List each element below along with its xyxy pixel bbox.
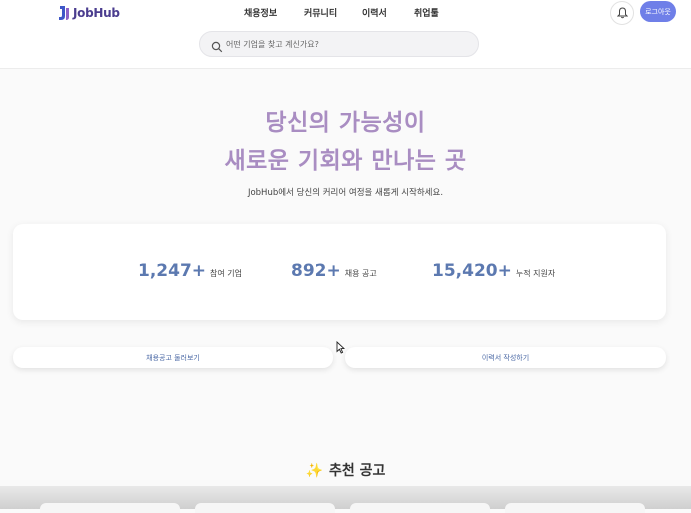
stat-companies: 1,247+ 참여 기업 xyxy=(138,261,242,281)
recommended-title-text: 추천 공고 xyxy=(329,463,386,479)
stat-value: 15,420+ xyxy=(432,261,512,281)
nav-item-tools[interactable]: 취업툴 xyxy=(414,6,439,19)
bell-icon xyxy=(616,4,628,23)
job-card[interactable] xyxy=(505,503,645,513)
mouse-cursor-icon xyxy=(336,339,346,358)
hero-title-line-2: 새로운 기회와 만나는 곳 xyxy=(224,148,467,174)
stat-value: 892+ xyxy=(291,261,341,281)
logout-button[interactable]: 로그아웃 xyxy=(640,1,676,22)
sparkles-icon: ✨ xyxy=(305,463,324,479)
stat-label: 누적 지원자 xyxy=(515,269,556,278)
stats-card: 1,247+ 참여 기업 892+ 채용 공고 15,420+ 누적 지원자 xyxy=(13,224,666,320)
nav-item-jobs[interactable]: 채용정보 xyxy=(244,6,277,19)
stat-applicants: 15,420+ 누적 지원자 xyxy=(432,261,555,281)
recommended-section-title: ✨ 추천 공고 xyxy=(0,460,691,480)
hero-subtitle: JobHub에서 당신의 커리어 여정을 새롭게 시작하세요. xyxy=(247,188,444,198)
search-input[interactable] xyxy=(226,32,471,56)
stat-value: 1,247+ xyxy=(138,261,207,281)
job-card[interactable] xyxy=(350,503,490,513)
nav-item-resume[interactable]: 이력서 xyxy=(362,6,387,19)
stat-label: 참여 기업 xyxy=(210,269,243,278)
top-bar: JobHub 채용정보 커뮤니티 이력서 취업툴 로그아웃 xyxy=(0,0,691,69)
search-icon xyxy=(211,38,223,57)
hero-title-line-1: 당신의 가능성이 xyxy=(265,110,426,136)
notification-button[interactable] xyxy=(610,1,634,25)
main-nav: 채용정보 커뮤니티 이력서 취업툴 xyxy=(0,6,691,20)
stat-job-postings: 892+ 채용 공고 xyxy=(291,261,377,281)
browse-jobs-button[interactable]: 채용공고 둘러보기 xyxy=(13,347,333,368)
write-resume-button[interactable]: 이력서 작성하기 xyxy=(345,347,666,368)
search-bar[interactable] xyxy=(199,31,479,57)
nav-item-community[interactable]: 커뮤니티 xyxy=(304,6,337,19)
job-card[interactable] xyxy=(40,503,180,513)
stat-label: 채용 공고 xyxy=(344,269,377,278)
job-card[interactable] xyxy=(195,503,335,513)
